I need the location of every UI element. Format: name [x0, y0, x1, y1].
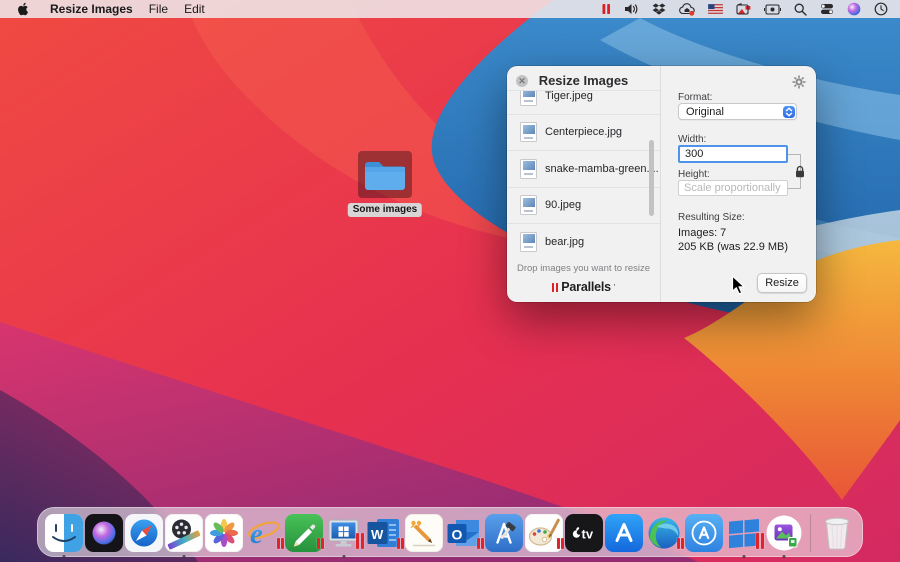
dock-app-store-alt-icon[interactable] — [685, 514, 723, 552]
dock: e W O tv — [37, 507, 863, 557]
dock-resize-images-app-icon[interactable] — [765, 514, 803, 552]
dock-microsoft-word-icon[interactable]: W — [365, 514, 403, 552]
apple-menu-icon[interactable] — [17, 2, 30, 16]
menu-file[interactable]: File — [149, 2, 168, 16]
lock-bracket — [788, 154, 800, 155]
menu-edit[interactable]: Edit — [184, 2, 205, 16]
parallels-pause-badge — [356, 533, 365, 549]
parallels-pause-icon[interactable] — [602, 3, 611, 15]
parallels-pause-badge — [397, 538, 405, 549]
dock-photos-icon[interactable] — [205, 514, 243, 552]
dock-green-notes-icon[interactable] — [285, 514, 323, 552]
dock-windows-icon[interactable] — [725, 514, 763, 552]
volume-icon[interactable] — [624, 3, 639, 15]
running-indicator — [63, 555, 66, 558]
running-indicator — [783, 555, 786, 558]
svg-text:tv: tv — [582, 527, 594, 542]
control-center-icon[interactable] — [820, 3, 834, 15]
list-item[interactable]: Tiger.jpeg — [507, 90, 660, 115]
siri-icon[interactable] — [847, 2, 861, 16]
list-item[interactable]: 90.jpeg — [507, 188, 660, 225]
dock-parallels-windows-pc-icon[interactable] — [325, 514, 363, 552]
dock-finder-icon[interactable] — [45, 514, 83, 552]
running-indicator — [343, 555, 346, 558]
jpeg-file-icon — [520, 232, 537, 252]
spotlight-icon[interactable] — [794, 3, 807, 16]
drop-hint: Drop images you want to resize — [507, 263, 660, 274]
list-item[interactable]: snake-mamba-green.... — [507, 151, 660, 188]
width-input[interactable] — [678, 145, 788, 163]
mouse-cursor — [731, 275, 746, 301]
cloud-home-icon[interactable] — [679, 3, 695, 16]
parallels-pause-badge — [477, 538, 485, 549]
list-item[interactable]: bear.jpg — [507, 224, 660, 260]
parallels-logo: Parallels ′ — [507, 280, 660, 294]
select-stepper-icon — [783, 106, 795, 118]
parallels-pause-badge — [317, 538, 325, 549]
lock-bracket — [788, 188, 800, 189]
dock-trash-icon[interactable] — [818, 514, 856, 552]
format-label: Format: — [678, 92, 712, 103]
dropbox-icon[interactable] — [652, 3, 666, 16]
window-title: Resize Images — [507, 73, 660, 88]
height-label: Height: — [678, 169, 710, 180]
file-list: Tiger.jpeg Centerpiece.jpg snake-mamba-g… — [507, 90, 660, 260]
running-indicator — [183, 555, 186, 558]
parallels-pause-badge — [557, 538, 565, 549]
format-select[interactable]: Original — [678, 103, 797, 120]
jpeg-file-icon — [520, 195, 537, 215]
dock-divider — [810, 514, 811, 552]
height-input[interactable] — [678, 180, 788, 196]
resulting-size-label: Resulting Size: — [678, 212, 745, 223]
parallels-pause-badge — [277, 538, 285, 549]
desktop-folder-some-images[interactable] — [358, 151, 412, 198]
gear-icon[interactable] — [792, 75, 806, 94]
resize-button[interactable]: Resize — [757, 273, 807, 293]
svg-text:W: W — [371, 527, 384, 542]
dock-app-store-icon[interactable] — [605, 514, 643, 552]
dock-microsoft-edge-icon[interactable] — [645, 514, 683, 552]
jpeg-file-icon — [520, 122, 537, 142]
clock-icon[interactable] — [874, 2, 888, 16]
width-label: Width: — [678, 134, 706, 145]
dock-apple-tv-icon[interactable]: tv — [565, 514, 603, 552]
lock-icon[interactable] — [794, 165, 806, 183]
parallels-bars-icon — [552, 283, 559, 292]
list-scrollbar[interactable] — [649, 140, 654, 216]
jpeg-file-icon — [520, 90, 537, 106]
svg-text:O: O — [452, 527, 463, 543]
dock-internet-explorer-icon[interactable]: e — [245, 514, 283, 552]
dock-movie-app-icon[interactable] — [165, 514, 203, 552]
running-indicator — [743, 555, 746, 558]
dock-siri-icon[interactable] — [85, 514, 123, 552]
dock-safari-icon[interactable] — [125, 514, 163, 552]
dock-xcode-icon[interactable] — [485, 514, 523, 552]
folder-icon — [362, 157, 408, 193]
resize-images-window: ✕ Resize Images Tiger.jpeg Centerpiece.j… — [507, 66, 816, 302]
parallels-pause-badge — [677, 538, 685, 549]
screen-recording-icon[interactable] — [764, 4, 781, 15]
dock-paint-icon[interactable] — [525, 514, 563, 552]
jpeg-file-icon — [520, 159, 537, 179]
dock-microsoft-outlook-icon[interactable]: O — [445, 514, 483, 552]
us-flag-icon[interactable] — [708, 4, 723, 14]
size-summary: 205 KB (was 22.9 MB) — [678, 241, 788, 253]
list-item[interactable]: Centerpiece.jpg — [507, 115, 660, 152]
parallels-camera-icon[interactable] — [736, 3, 751, 15]
dock-wordpad-icon[interactable] — [405, 514, 443, 552]
images-count: Images: 7 — [678, 227, 726, 239]
menu-bar: Resize Images File Edit — [0, 0, 900, 18]
pane-divider — [660, 66, 661, 302]
menu-app-name[interactable]: Resize Images — [50, 2, 133, 16]
desktop-folder-label[interactable]: Some images — [348, 203, 422, 217]
parallels-pause-badge — [756, 533, 765, 549]
svg-text:e: e — [250, 518, 263, 550]
